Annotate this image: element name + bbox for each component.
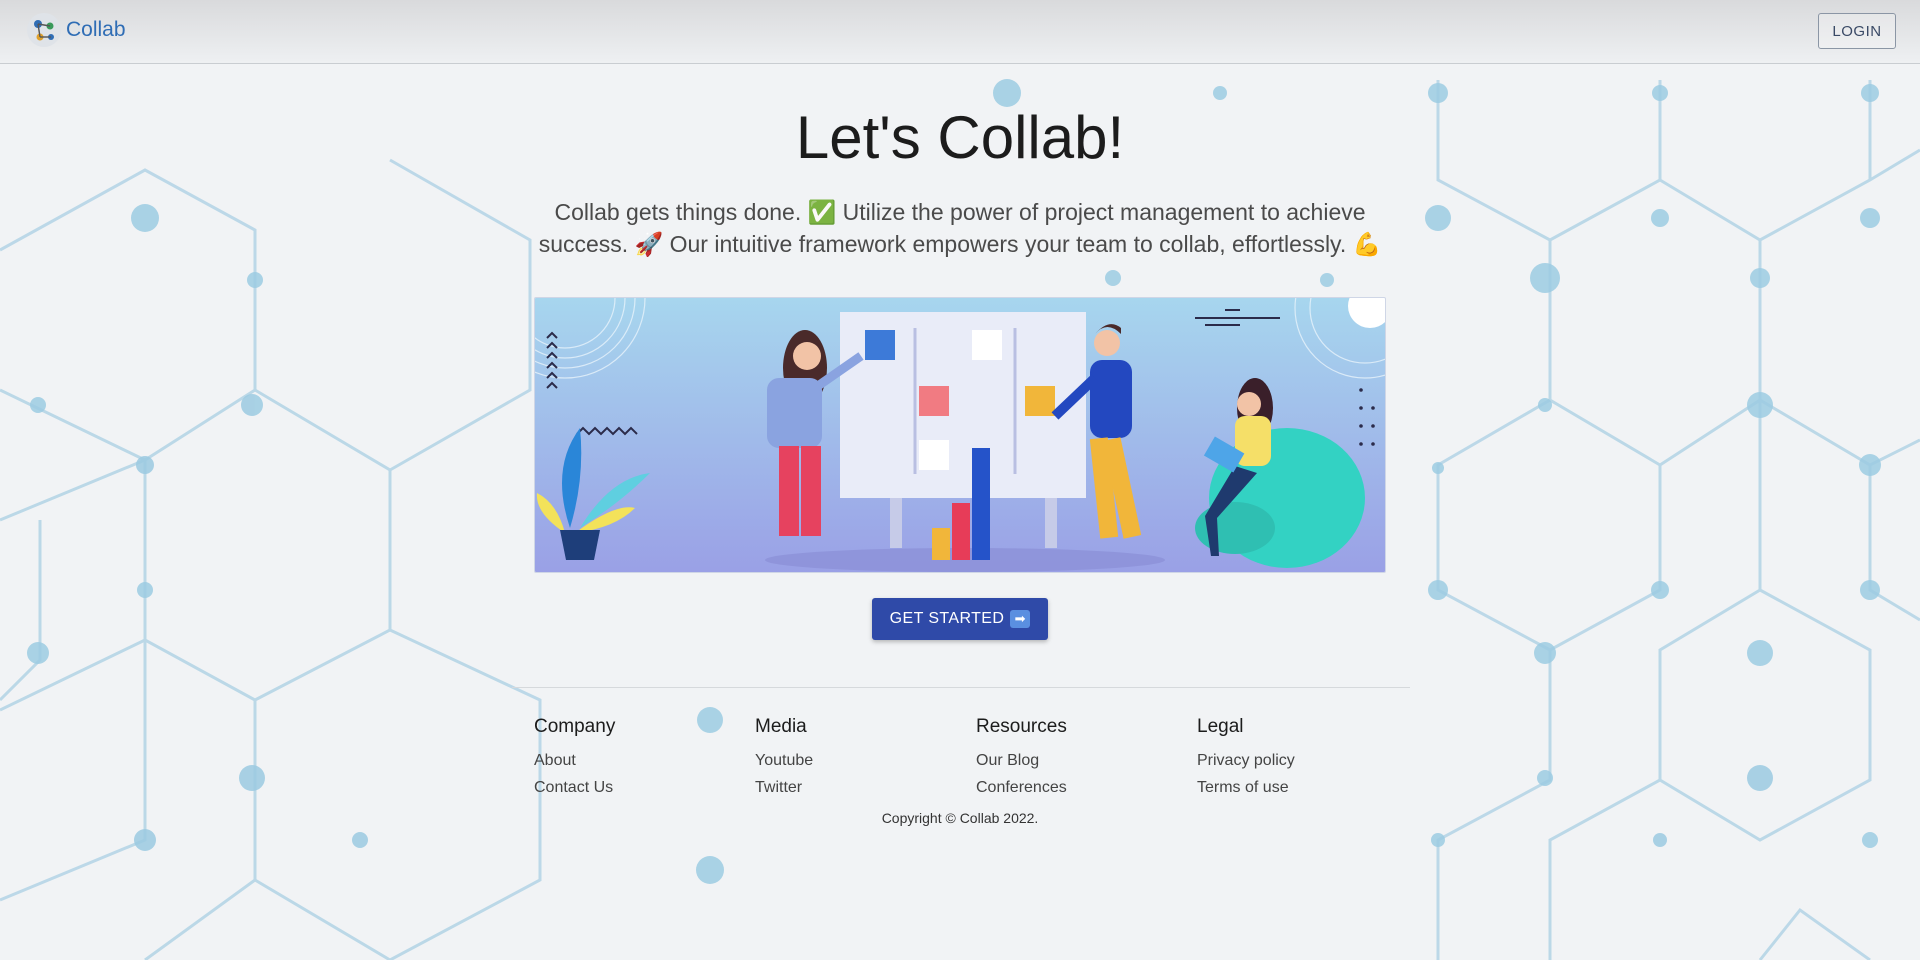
footer-heading-legal: Legal xyxy=(1197,716,1244,737)
get-started-label: GET STARTED xyxy=(889,610,1005,627)
hero-illustration xyxy=(534,297,1386,573)
footer-link-youtube[interactable]: Youtube xyxy=(755,752,813,770)
footer-link-conferences[interactable]: Conferences xyxy=(976,779,1067,797)
footer-column-legal: Legal Privacy policy Terms of use xyxy=(1197,716,1295,806)
footer-column-company: Company About Contact Us xyxy=(534,716,615,806)
login-button[interactable]: LOGIN xyxy=(1818,13,1896,49)
top-navbar: Collab LOGIN xyxy=(0,0,1920,64)
footer-heading-resources: Resources xyxy=(976,716,1067,737)
hero-title: Let's Collab! xyxy=(795,104,1125,171)
footer-link-our-blog[interactable]: Our Blog xyxy=(976,752,1067,770)
arrow-right-icon: ➡ xyxy=(1010,610,1031,628)
copyright-text: Copyright © Collab 2022. xyxy=(881,810,1039,826)
footer-link-terms-of-use[interactable]: Terms of use xyxy=(1197,779,1295,797)
get-started-button[interactable]: GET STARTED ➡ xyxy=(872,598,1048,640)
footer-heading-media: Media xyxy=(755,716,807,737)
footer-divider xyxy=(512,687,1410,688)
footer-link-twitter[interactable]: Twitter xyxy=(755,779,813,797)
footer-column-media: Media Youtube Twitter xyxy=(755,716,813,806)
brand[interactable]: Collab xyxy=(26,12,126,48)
collab-logo-icon xyxy=(27,13,61,47)
team-collaboration-illustration xyxy=(535,298,1385,572)
footer-heading-company: Company xyxy=(534,716,616,737)
footer-column-resources: Resources Our Blog Conferences xyxy=(976,716,1067,806)
footer-link-contact-us[interactable]: Contact Us xyxy=(534,779,615,797)
hero-subtitle: Collab gets things done. ✅ Utilize the p… xyxy=(538,199,1382,257)
footer-link-privacy-policy[interactable]: Privacy policy xyxy=(1197,752,1295,770)
footer-link-about[interactable]: About xyxy=(534,752,615,770)
brand-name: Collab xyxy=(66,18,126,41)
